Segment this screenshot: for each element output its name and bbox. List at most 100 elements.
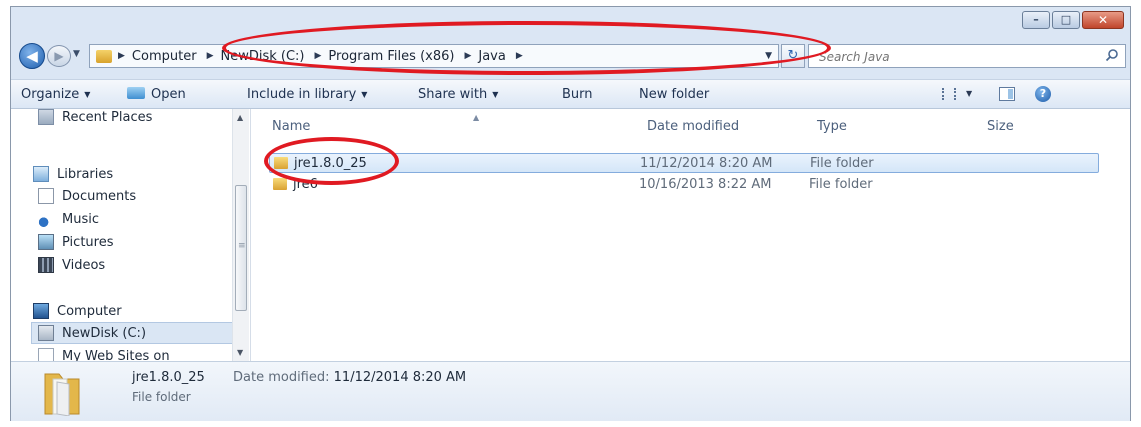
nav-item-label: My Web Sites on xyxy=(62,348,170,362)
column-header-type[interactable]: Type xyxy=(817,119,847,134)
folder-icon xyxy=(44,373,80,416)
search-icon[interactable] xyxy=(1105,48,1119,62)
include-in-library-label: Include in library xyxy=(247,87,357,102)
nav-item-label: Videos xyxy=(62,257,106,273)
music-icon xyxy=(38,211,54,227)
chevron-right-icon[interactable]: ▶ xyxy=(118,51,125,61)
command-bar: Organize ▼ Open Include in library ▼ Share… xyxy=(11,79,1130,109)
back-button[interactable]: ◀ xyxy=(19,43,45,69)
videos-icon xyxy=(38,257,54,273)
forward-button[interactable]: ▶ xyxy=(47,45,71,67)
open-button[interactable]: Open xyxy=(127,87,186,102)
share-with-menu[interactable]: Share with ▼ xyxy=(418,87,498,102)
organize-menu[interactable]: Organize ▼ xyxy=(21,87,90,102)
forward-arrow-icon: ▶ xyxy=(54,49,64,63)
address-dropdown-icon[interactable]: ▼ xyxy=(765,51,772,61)
close-icon: ✕ xyxy=(1097,13,1109,27)
details-date-modified: Date modified: 11/12/2014 8:20 AM xyxy=(233,370,466,385)
breadcrumb-label: Program Files (x86) xyxy=(328,48,455,64)
navigation-pane: Recent Places Libraries Documents Music … xyxy=(11,109,251,361)
nav-item-label: Pictures xyxy=(62,234,114,250)
back-arrow-icon: ◀ xyxy=(26,47,38,65)
address-row: ◀ ▶ ▼ ▶ Computer ▶ NewDisk (C:) ▶ Program F… xyxy=(11,41,1130,71)
file-name: jre1.8.0_25 xyxy=(294,156,367,171)
help-icon[interactable]: ? xyxy=(1035,86,1051,102)
chevron-right-icon[interactable]: ▶ xyxy=(207,51,214,61)
nav-item-my-web-sites[interactable]: My Web Sites on xyxy=(38,345,170,361)
table-row[interactable]: jre1.8.0_25 11/12/2014 8:20 AM File fold… xyxy=(269,153,1099,173)
file-type: File folder xyxy=(809,177,873,192)
chevron-right-icon[interactable]: ▶ xyxy=(315,51,322,61)
details-date-label: Date modified: xyxy=(233,370,330,385)
nav-pane-scrollbar[interactable]: ▲ ≡ ▼ xyxy=(232,109,249,361)
file-name: jre6 xyxy=(293,177,318,192)
organize-label: Organize xyxy=(21,87,80,102)
table-row[interactable]: jre6 10/16/2013 8:22 AM File folder xyxy=(269,175,1099,195)
column-header-size[interactable]: Size xyxy=(987,119,1014,134)
change-view-icon[interactable] xyxy=(942,88,956,100)
breadcrumb-label: Java xyxy=(478,48,506,64)
search-input[interactable] xyxy=(817,46,1101,68)
open-label: Open xyxy=(151,87,186,102)
include-in-library-menu[interactable]: Include in library ▼ xyxy=(247,87,367,102)
breadcrumb-newdisk[interactable]: ▶ NewDisk (C:) xyxy=(207,49,305,64)
maximize-button[interactable]: □ xyxy=(1052,11,1080,29)
nav-item-label: Music xyxy=(62,211,99,227)
share-with-label: Share with xyxy=(418,87,488,102)
details-file-type: File folder xyxy=(132,390,191,404)
nav-item-pictures[interactable]: Pictures xyxy=(38,231,113,253)
nav-item-videos[interactable]: Videos xyxy=(38,254,105,276)
scroll-down-icon[interactable]: ▼ xyxy=(237,348,243,357)
column-header-date-modified[interactable]: Date modified xyxy=(647,119,739,134)
nav-item-documents[interactable]: Documents xyxy=(38,185,136,207)
breadcrumb-label: Computer xyxy=(131,48,197,64)
chevron-down-icon: ▼ xyxy=(361,90,368,99)
breadcrumb-java[interactable]: ▶ Java xyxy=(464,49,505,64)
libraries-icon xyxy=(33,166,49,182)
maximize-icon: □ xyxy=(1060,13,1072,26)
preview-pane-icon[interactable] xyxy=(999,87,1015,101)
nav-item-music[interactable]: Music xyxy=(38,208,99,230)
recent-places-icon xyxy=(38,109,54,125)
breadcrumb-child-menu[interactable]: ▶ xyxy=(516,51,530,61)
breadcrumb-label: NewDisk (C:) xyxy=(220,48,305,64)
breadcrumb-program-files[interactable]: ▶ Program Files (x86) xyxy=(315,49,455,64)
pictures-icon xyxy=(38,234,54,250)
scrollbar-grip-icon: ≡ xyxy=(238,241,246,251)
file-type: File folder xyxy=(810,156,874,171)
folder-icon xyxy=(273,178,287,190)
new-folder-button[interactable]: New folder xyxy=(639,87,709,102)
folder-icon xyxy=(274,157,288,169)
refresh-button[interactable]: ↻ xyxy=(781,44,805,68)
nav-item-newdisk[interactable]: NewDisk (C:) xyxy=(31,322,233,344)
nav-item-label: Recent Places xyxy=(62,109,153,125)
caption-buttons: – □ ✕ xyxy=(1022,11,1124,29)
history-dropdown-icon[interactable]: ▼ xyxy=(73,49,80,59)
nav-item-label: NewDisk (C:) xyxy=(62,325,147,341)
chevron-right-icon[interactable]: ▶ xyxy=(464,51,471,61)
chevron-down-icon[interactable]: ▼ xyxy=(966,89,972,98)
explorer-window: – □ ✕ ◀ ▶ ▼ ▶ Computer ▶ NewDisk (C:) ▶ Pro… xyxy=(10,6,1131,421)
breadcrumb-computer[interactable]: ▶ Computer xyxy=(118,49,197,64)
file-list: Name ▲ Date modified Type Size jre1.8.0_… xyxy=(251,109,1130,361)
nav-item-label: Libraries xyxy=(57,166,114,182)
nav-item-label: Documents xyxy=(62,188,137,204)
column-header-name[interactable]: Name xyxy=(272,119,310,134)
address-bar[interactable]: ▶ Computer ▶ NewDisk (C:) ▶ Program Files (… xyxy=(89,44,779,68)
close-button[interactable]: ✕ xyxy=(1082,11,1124,29)
nav-item-label: Computer xyxy=(57,303,122,319)
nav-item-computer[interactable]: Computer xyxy=(33,300,122,322)
search-box[interactable] xyxy=(808,44,1126,68)
burn-button[interactable]: Burn xyxy=(562,87,593,102)
nav-item-libraries[interactable]: Libraries xyxy=(33,163,113,185)
scroll-up-icon[interactable]: ▲ xyxy=(237,113,243,122)
refresh-icon: ↻ xyxy=(787,48,799,63)
chevron-right-icon[interactable]: ▶ xyxy=(516,51,523,61)
details-pane: jre1.8.0_25 Date modified: 11/12/2014 8:… xyxy=(11,361,1130,421)
minimize-icon: – xyxy=(1033,13,1039,26)
minimize-button[interactable]: – xyxy=(1022,11,1050,29)
nav-item-recent-places[interactable]: Recent Places xyxy=(38,109,152,128)
folder-icon xyxy=(96,49,112,63)
documents-icon xyxy=(38,188,54,204)
chevron-down-icon: ▼ xyxy=(492,90,499,99)
